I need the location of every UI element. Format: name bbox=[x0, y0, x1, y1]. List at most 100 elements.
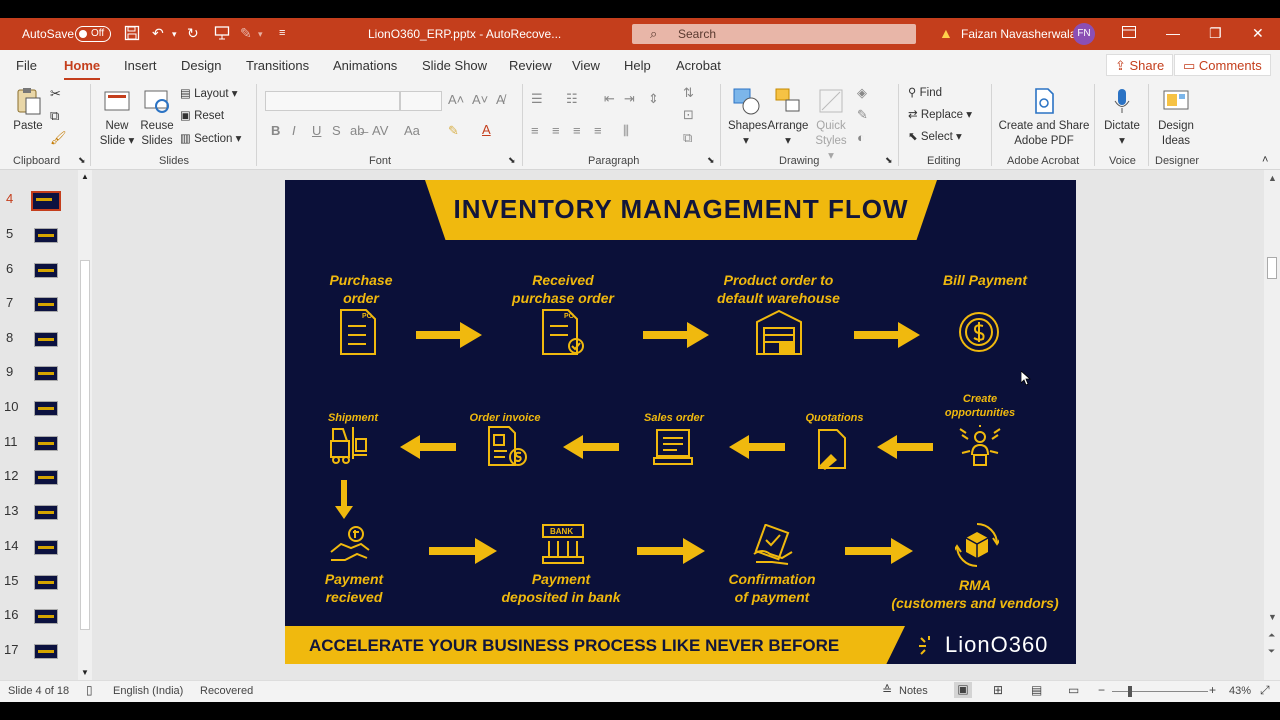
thumbnail-row[interactable]: 4 bbox=[0, 185, 80, 215]
create-pdf-button[interactable]: Create and Share Adobe PDF bbox=[998, 86, 1090, 149]
thumbnail-row[interactable]: 5 bbox=[0, 220, 80, 250]
qat-dropdown-icon[interactable]: ▾ bbox=[258, 29, 263, 40]
find-button[interactable]: ⚲ Find bbox=[908, 85, 942, 99]
zoom-out-icon[interactable]: − bbox=[1098, 683, 1105, 697]
thumbnail-slide[interactable] bbox=[34, 366, 58, 381]
thumbnail-row[interactable]: 15 bbox=[0, 567, 80, 597]
tab-help[interactable]: Help bbox=[624, 58, 651, 73]
scrollbar-thumb[interactable] bbox=[1267, 257, 1277, 279]
copy-icon[interactable]: ⧉ bbox=[50, 108, 59, 124]
tab-home[interactable]: Home bbox=[64, 58, 101, 81]
tab-acrobat[interactable]: Acrobat bbox=[676, 58, 721, 73]
layout-button[interactable]: ▤ Layout ▾ bbox=[180, 86, 238, 100]
paste-button[interactable]: Paste bbox=[10, 86, 46, 134]
thumbnail-slide[interactable] bbox=[34, 644, 58, 659]
collapse-ribbon-icon[interactable]: ˄ bbox=[1262, 154, 1268, 166]
previous-slide-icon[interactable]: ⏶ bbox=[1268, 630, 1275, 641]
font-launcher-icon[interactable]: ⬊ bbox=[508, 155, 516, 166]
thumbnail-row[interactable]: 11 bbox=[0, 428, 80, 458]
thumbnail-slide[interactable] bbox=[34, 297, 58, 312]
tab-slide-show[interactable]: Slide Show bbox=[422, 58, 487, 73]
zoom-in-icon[interactable]: + bbox=[1209, 683, 1216, 697]
increase-font-icon[interactable]: A˄ bbox=[448, 92, 464, 107]
paragraph-launcher-icon[interactable]: ⬊ bbox=[707, 155, 715, 166]
tab-animations[interactable]: Animations bbox=[333, 58, 397, 73]
zoom-slider[interactable] bbox=[1112, 691, 1208, 692]
minimize-icon[interactable]: — bbox=[1166, 25, 1180, 41]
italic-button[interactable]: I bbox=[292, 123, 296, 138]
tab-insert[interactable]: Insert bbox=[124, 58, 157, 73]
language-indicator[interactable]: English (India) bbox=[113, 685, 183, 697]
font-size-select[interactable] bbox=[400, 91, 442, 111]
reuse-slides-button[interactable]: Reuse Slides bbox=[140, 86, 174, 149]
notes-button[interactable]: Notes bbox=[899, 685, 928, 697]
thumbnail-slide[interactable] bbox=[34, 505, 58, 520]
shapes-button[interactable]: Shapes ▾ bbox=[728, 86, 767, 149]
shape-outline-icon[interactable]: ✎ bbox=[857, 107, 868, 123]
drawing-launcher-icon[interactable]: ⬊ bbox=[885, 155, 893, 166]
restore-icon[interactable]: ❐ bbox=[1209, 25, 1222, 42]
thumbnail-slide[interactable] bbox=[34, 332, 58, 347]
tab-review[interactable]: Review bbox=[509, 58, 552, 73]
thumbnail-row[interactable]: 17 bbox=[0, 636, 80, 666]
thumbnail-slide[interactable] bbox=[34, 575, 58, 590]
shape-fill-icon[interactable]: ◈ bbox=[857, 85, 867, 101]
normal-view-icon[interactable]: ▣ bbox=[954, 682, 972, 698]
redo-icon[interactable]: ↻ bbox=[187, 25, 199, 42]
thumbnail-slide[interactable] bbox=[34, 540, 58, 555]
thumbnail-slide[interactable] bbox=[31, 191, 61, 211]
reading-view-icon[interactable]: ▤ bbox=[1031, 683, 1042, 697]
autosave-toggle[interactable]: Off bbox=[75, 26, 111, 42]
align-right-icon[interactable]: ≡ bbox=[573, 123, 581, 138]
clipboard-launcher-icon[interactable]: ⬊ bbox=[78, 155, 86, 166]
tab-view[interactable]: View bbox=[572, 58, 600, 73]
scroll-down-icon[interactable]: ▼ bbox=[81, 668, 89, 677]
slide[interactable]: INVENTORY MANAGEMENT FLOW Purchase order … bbox=[285, 180, 1076, 664]
thumbnail-scrollbar[interactable]: ▲ ▼ bbox=[78, 170, 92, 680]
design-ideas-button[interactable]: Design Ideas bbox=[1154, 86, 1198, 149]
thumbnail-row[interactable]: 9 bbox=[0, 358, 80, 388]
thumbnail-slide[interactable] bbox=[34, 436, 58, 451]
undo-icon[interactable]: ↶ bbox=[152, 25, 164, 42]
align-text-icon[interactable]: ⊡ bbox=[683, 107, 694, 123]
smartart-icon[interactable]: ⧉ bbox=[683, 130, 692, 146]
format-painter-qat-icon[interactable]: ✎ bbox=[240, 25, 252, 42]
thumbnail-row[interactable]: 12 bbox=[0, 462, 80, 492]
shape-effects-icon[interactable]: ◐ bbox=[857, 130, 865, 145]
thumbnail-row[interactable]: 7 bbox=[0, 289, 80, 319]
quick-styles-button[interactable]: Quick Styles ▾ bbox=[812, 86, 850, 164]
highlight-icon[interactable]: ✎ bbox=[448, 123, 459, 139]
comments-button[interactable]: ▭ Comments bbox=[1174, 54, 1271, 76]
section-button[interactable]: ▥ Section ▾ bbox=[180, 131, 241, 145]
thumbnail-row[interactable]: 14 bbox=[0, 532, 80, 562]
reset-button[interactable]: ▣ Reset bbox=[180, 108, 224, 122]
save-icon[interactable] bbox=[124, 25, 140, 44]
notes-icon[interactable]: ≙ bbox=[882, 683, 892, 697]
scrollbar-thumb[interactable] bbox=[80, 260, 90, 630]
char-spacing-icon[interactable]: AV bbox=[372, 123, 388, 138]
change-case-icon[interactable]: Aa bbox=[404, 123, 420, 138]
slideshow-icon[interactable]: ▭ bbox=[1068, 683, 1079, 697]
scroll-down-icon[interactable]: ▼ bbox=[1268, 612, 1277, 622]
scroll-up-icon[interactable]: ▲ bbox=[81, 172, 89, 181]
undo-dropdown-icon[interactable]: ▾ bbox=[172, 29, 177, 40]
thumbnail-row[interactable]: 6 bbox=[0, 255, 80, 285]
text-direction-icon[interactable]: ⇅ bbox=[683, 85, 694, 101]
customize-qat-icon[interactable]: ≡ bbox=[279, 27, 285, 39]
tab-transitions[interactable]: Transitions bbox=[246, 58, 309, 73]
new-slide-button[interactable]: New Slide ▾ bbox=[98, 86, 136, 149]
canvas-scrollbar[interactable]: ▲ ▼ ⏶ ⏷ bbox=[1264, 170, 1280, 680]
strikethrough-icon[interactable]: ab̶ bbox=[350, 123, 364, 138]
numbering-icon[interactable]: ☷ bbox=[566, 91, 578, 107]
thumbnail-slide[interactable] bbox=[34, 470, 58, 485]
thumbnail-row[interactable]: 10 bbox=[0, 393, 80, 423]
thumbnail-row[interactable]: 8 bbox=[0, 324, 80, 354]
font-color-icon[interactable]: A bbox=[482, 122, 491, 137]
align-center-icon[interactable]: ≡ bbox=[552, 123, 560, 138]
decrease-font-icon[interactable]: A˅ bbox=[472, 92, 488, 107]
slide-sorter-icon[interactable]: ⊞ bbox=[993, 683, 1003, 697]
close-icon[interactable]: ✕ bbox=[1252, 25, 1264, 42]
thumbnail-slide[interactable] bbox=[34, 228, 58, 243]
next-slide-icon[interactable]: ⏷ bbox=[1268, 646, 1275, 657]
underline-button[interactable]: U bbox=[312, 123, 321, 138]
